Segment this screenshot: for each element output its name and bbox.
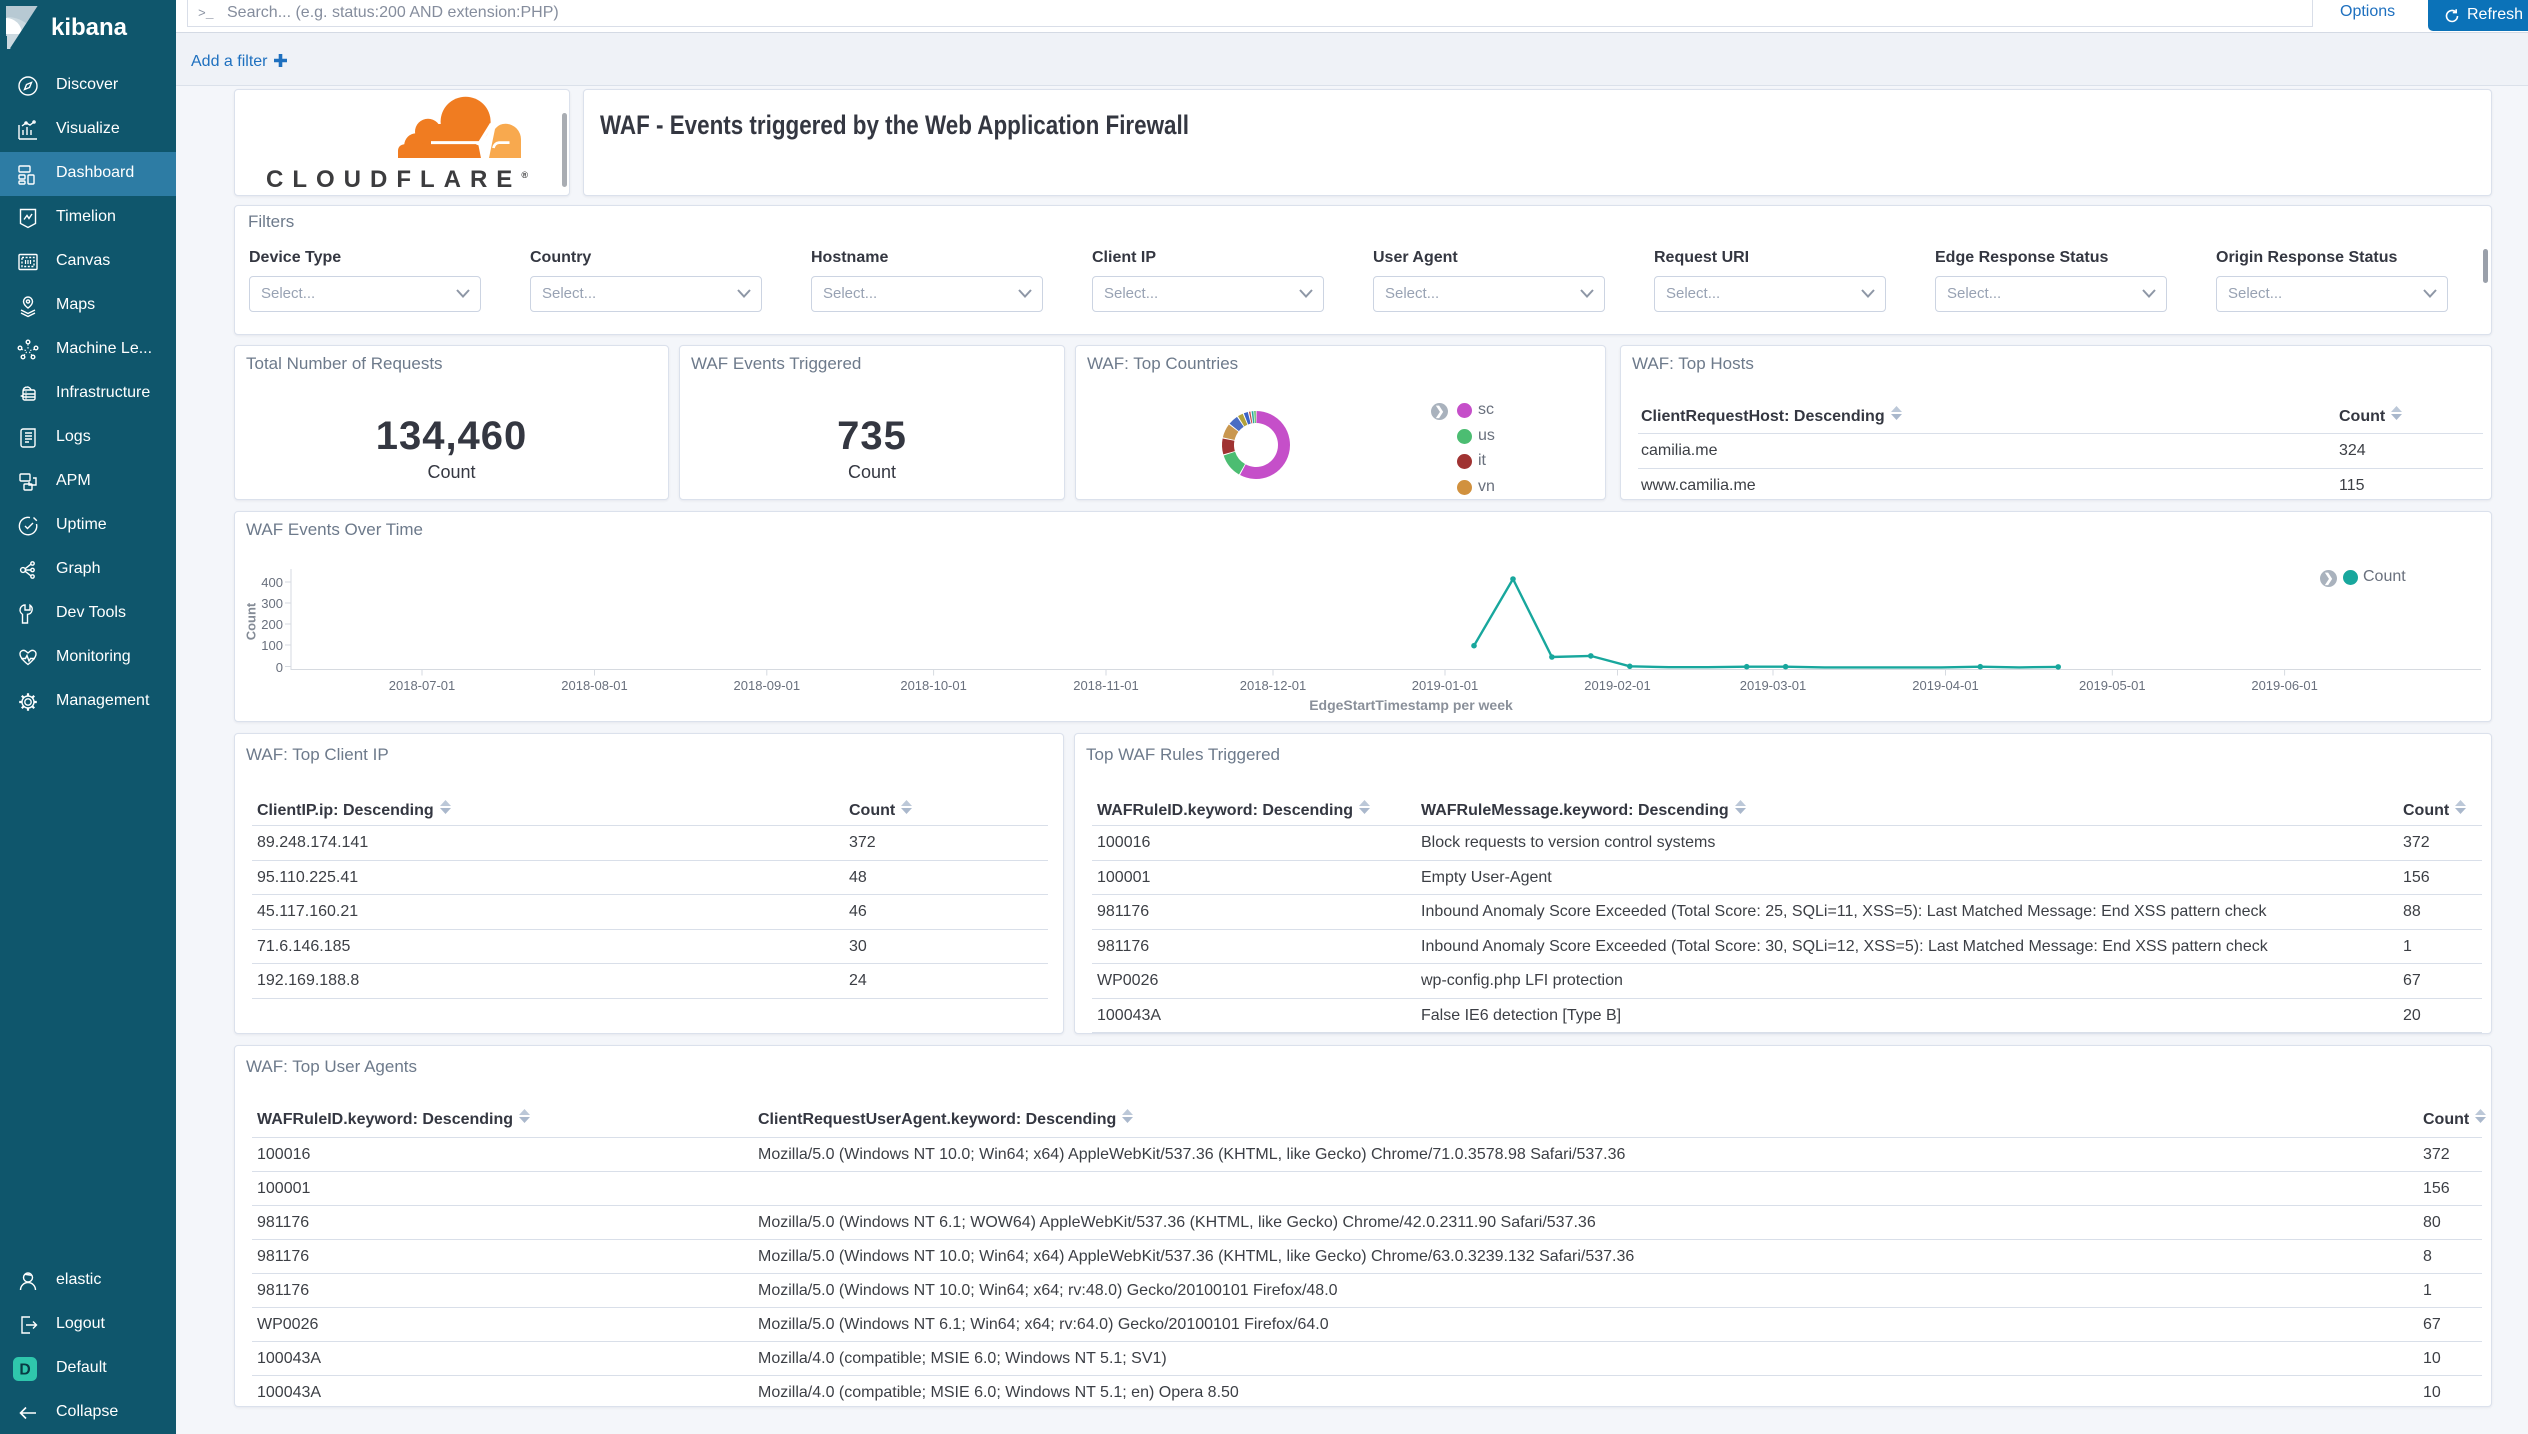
svg-text:D: D	[19, 1362, 30, 1379]
